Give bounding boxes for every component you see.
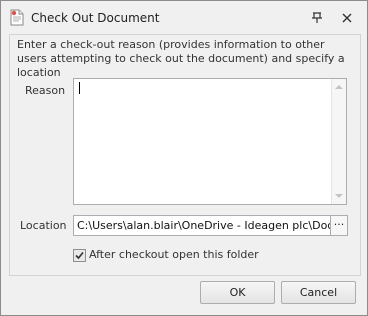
title-bar: Check Out Document bbox=[1, 1, 367, 34]
browse-button[interactable]: ··· bbox=[331, 215, 348, 236]
pin-icon[interactable] bbox=[309, 10, 325, 26]
location-label: Location bbox=[20, 219, 67, 232]
check-out-dialog: Check Out Document Enter a check-out rea… bbox=[0, 0, 368, 316]
location-value: C:\Users\alan.blair\OneDrive - Ideagen p… bbox=[77, 219, 330, 232]
open-folder-label: After checkout open this folder bbox=[89, 248, 259, 261]
scroll-down-icon[interactable] bbox=[335, 194, 343, 198]
cancel-button[interactable]: Cancel bbox=[281, 281, 356, 304]
close-icon[interactable] bbox=[339, 10, 355, 26]
document-icon bbox=[10, 9, 24, 26]
window-title: Check Out Document bbox=[31, 11, 160, 25]
open-folder-checkbox[interactable] bbox=[73, 249, 86, 262]
reason-label: Reason bbox=[25, 84, 66, 97]
text-caret bbox=[79, 82, 80, 94]
location-field[interactable]: C:\Users\alan.blair\OneDrive - Ideagen p… bbox=[73, 215, 331, 236]
instructions-text: Enter a check-out reason (provides infor… bbox=[17, 38, 345, 79]
ok-button[interactable]: OK bbox=[200, 281, 275, 304]
reason-textarea[interactable] bbox=[73, 78, 347, 205]
scroll-up-icon[interactable] bbox=[335, 85, 343, 89]
reason-scrollbar[interactable] bbox=[331, 79, 346, 204]
checkmark-icon bbox=[75, 251, 84, 260]
